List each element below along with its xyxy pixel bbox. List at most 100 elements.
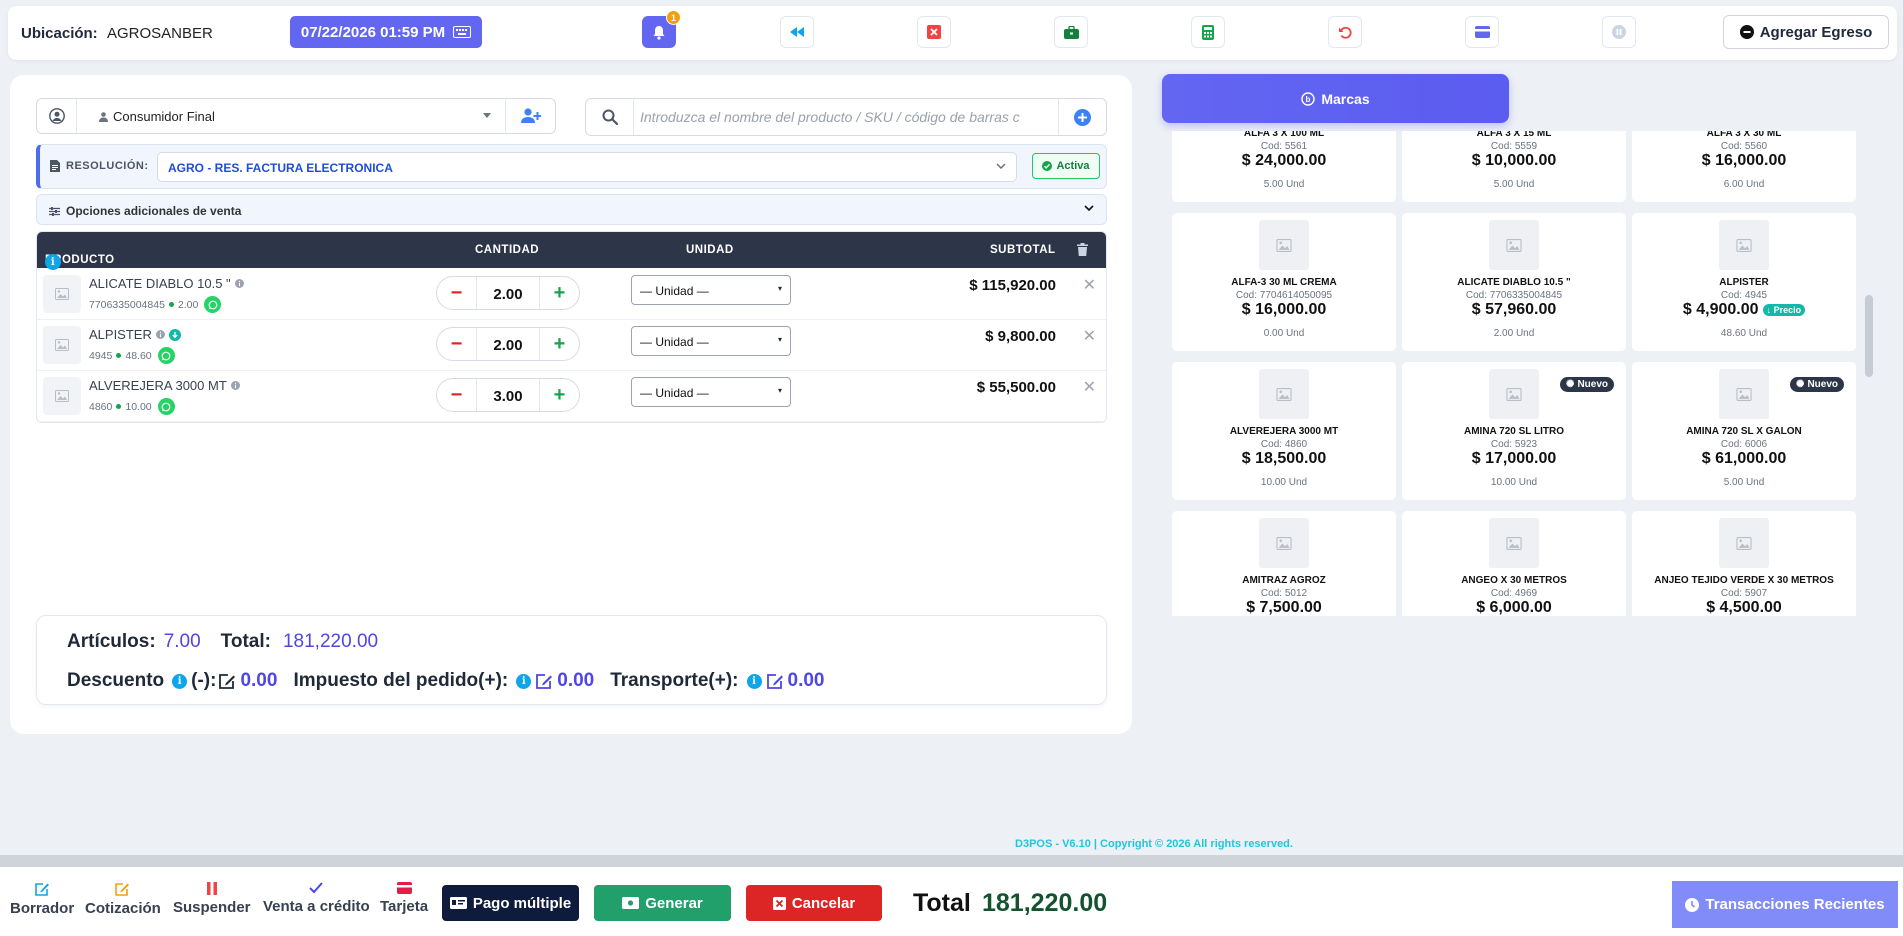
product-name: ANJEO TEJIDO VERDE X 30 METROS (1654, 575, 1834, 586)
product-price: $ 4,900.00 (1682, 301, 1759, 318)
rewind-button[interactable] (780, 16, 814, 48)
product-search-input[interactable] (640, 107, 1048, 127)
info-icon[interactable] (155, 330, 165, 339)
additional-options-toggle[interactable]: Opciones adicionales de venta (36, 194, 1107, 225)
table-row: ALICATE DIABLO 10.5 " 7706335004845 2.00−2… (37, 269, 1106, 320)
unit-value: — Unidad — (640, 335, 709, 349)
star-icon: ✺ (1796, 379, 1805, 390)
product-card[interactable]: AMINA 720 SL X GALON Cod: 6006 $ 61,000.00… (1632, 362, 1856, 500)
decrease-button[interactable]: − (437, 328, 477, 360)
product-card[interactable]: ANGEO X 30 METROS Cod: 4969 $ 6,000.00 (1402, 511, 1626, 616)
info-icon[interactable]: i (746, 673, 762, 689)
whatsapp-icon[interactable] (157, 398, 175, 415)
product-card[interactable]: ALFA 3 X 30 ML Cod: 5560 $ 16,000.00 6.00 U… (1632, 131, 1856, 202)
decrease-button[interactable]: − (437, 379, 477, 411)
draft-button[interactable]: Borrador (10, 882, 74, 917)
star-icon: ✺ (1566, 379, 1575, 390)
unit-select[interactable]: — Unidad — ▾ (631, 377, 791, 407)
product-stock: 10.00 (125, 400, 152, 413)
sliders-icon (49, 206, 60, 216)
search-icon (586, 99, 634, 135)
header-unit: UNIDAD (686, 244, 734, 256)
pause-button[interactable] (1602, 16, 1636, 48)
whatsapp-icon[interactable] (157, 347, 175, 364)
product-card[interactable]: ALFA 3 X 100 ML Cod: 5561 $ 24,000.00 5.00 … (1172, 131, 1396, 202)
credit-sale-button[interactable]: Venta a crédito (263, 882, 370, 915)
increase-button[interactable]: + (539, 328, 579, 360)
clock-icon (1685, 897, 1700, 912)
resolution-label: RESOLUCIÓN: (66, 160, 149, 172)
resolution-bar: RESOLUCIÓN: AGRO - RES. FACTURA ELECTRON… (36, 144, 1107, 189)
cash-register-button[interactable] (1054, 16, 1088, 48)
undo-button[interactable] (1328, 16, 1362, 48)
product-card[interactable]: ALPISTER Cod: 4945 $ 4,900.00 ↓ Precio 48.60… (1632, 213, 1856, 351)
quantity-value[interactable]: 2.00 (477, 337, 539, 354)
product-code: Cod: 4945 (1720, 290, 1768, 301)
product-name[interactable]: ALVEREJERA 3000 MT (89, 378, 227, 393)
unit-select[interactable]: — Unidad — ▾ (631, 275, 791, 305)
generate-button[interactable]: Generar (594, 885, 731, 921)
edit-transport-icon[interactable] (766, 673, 784, 690)
product-card[interactable]: ALVEREJERA 3000 MT Cod: 4860 $ 18,500.00 10… (1172, 362, 1396, 500)
quote-button[interactable]: Cotización (85, 882, 161, 917)
increase-button[interactable]: + (539, 379, 579, 411)
minus-circle-icon (1739, 25, 1754, 39)
close-sale-button[interactable] (917, 16, 951, 48)
customer-select[interactable]: Consumidor Final (36, 98, 556, 134)
credit-card-icon (396, 882, 412, 894)
product-card[interactable]: ANJEO TEJIDO VERDE X 30 METROS Cod: 5907 $… (1632, 511, 1856, 616)
add-expense-button[interactable]: Agregar Egreso (1723, 15, 1889, 49)
quantity-value[interactable]: 2.00 (477, 286, 539, 303)
whatsapp-icon[interactable] (204, 296, 222, 313)
payment-card-button[interactable] (1465, 16, 1499, 48)
edit-icon (34, 882, 50, 896)
datetime-button[interactable]: 07/22/2026 01:59 PM (290, 16, 482, 48)
datetime-text: 07/22/2026 01:59 PM (300, 23, 446, 41)
scrollbar-thumb[interactable] (1865, 295, 1873, 377)
product-card[interactable]: AMITRAZ AGROZ Cod: 5012 $ 7,500.00 (1172, 511, 1396, 616)
money-icon (622, 897, 640, 909)
multi-payment-button[interactable]: Pago múltiple (442, 885, 579, 921)
increase-button[interactable]: + (539, 277, 579, 309)
calculator-button[interactable] (1191, 16, 1225, 48)
product-name: AMINA 720 SL LITRO (1463, 426, 1564, 437)
info-icon[interactable]: i (172, 673, 188, 689)
unit-select[interactable]: — Unidad — ▾ (631, 326, 791, 356)
recent-transactions-button[interactable]: Transacciones Recientes (1672, 881, 1898, 928)
trash-icon[interactable] (1077, 243, 1088, 256)
edit-discount-icon[interactable] (218, 673, 236, 690)
product-card[interactable]: ALFA-3 30 ML CREMA Cod: 7704614050095 $ 16… (1172, 213, 1396, 351)
product-name[interactable]: ALICATE DIABLO 10.5 " (89, 276, 231, 291)
product-stock: 48.60 (125, 349, 152, 362)
notifications-button[interactable]: 1 (642, 10, 681, 48)
add-product-button[interactable] (1058, 99, 1106, 135)
product-card[interactable]: ALICATE DIABLO 10.5 " Cod: 7706335004845 $… (1402, 213, 1626, 351)
remove-item-icon[interactable]: ✕ (1083, 326, 1096, 346)
notification-badge: 1 (666, 10, 681, 25)
product-stock: 5.00 Und (1723, 477, 1765, 488)
product-card[interactable]: ALFA 3 X 15 ML Cod: 5559 $ 10,000.00 5.00 U… (1402, 131, 1626, 202)
product-price: $ 16,000.00 (1701, 152, 1787, 169)
product-name[interactable]: ALPISTER (89, 327, 152, 342)
quantity-stepper: −2.00 + (436, 327, 580, 361)
quantity-value[interactable]: 3.00 (477, 388, 539, 405)
info-icon[interactable]: i (516, 673, 532, 689)
product-stock: 6.00 Und (1723, 179, 1765, 190)
brands-button[interactable]: b Marcas (1162, 74, 1509, 123)
cancel-button[interactable]: Cancelar (746, 885, 882, 921)
resolution-select[interactable]: AGRO - RES. FACTURA ELECTRONICA (157, 152, 1017, 182)
card-button[interactable]: Tarjeta (380, 882, 428, 915)
info-icon[interactable] (234, 279, 244, 288)
info-icon[interactable]: i (45, 254, 61, 270)
edit-tax-icon[interactable] (535, 673, 553, 690)
product-image (1489, 369, 1539, 419)
remove-item-icon[interactable]: ✕ (1083, 377, 1096, 397)
remove-item-icon[interactable]: ✕ (1083, 275, 1096, 295)
info-icon[interactable] (230, 381, 240, 390)
product-image (43, 377, 81, 415)
decrease-button[interactable]: − (437, 277, 477, 309)
add-customer-button[interactable] (505, 99, 555, 133)
product-card[interactable]: AMINA 720 SL LITRO Cod: 5923 $ 17,000.00 10… (1402, 362, 1626, 500)
suspend-button[interactable]: Suspender (173, 882, 251, 916)
product-image (1259, 220, 1309, 270)
